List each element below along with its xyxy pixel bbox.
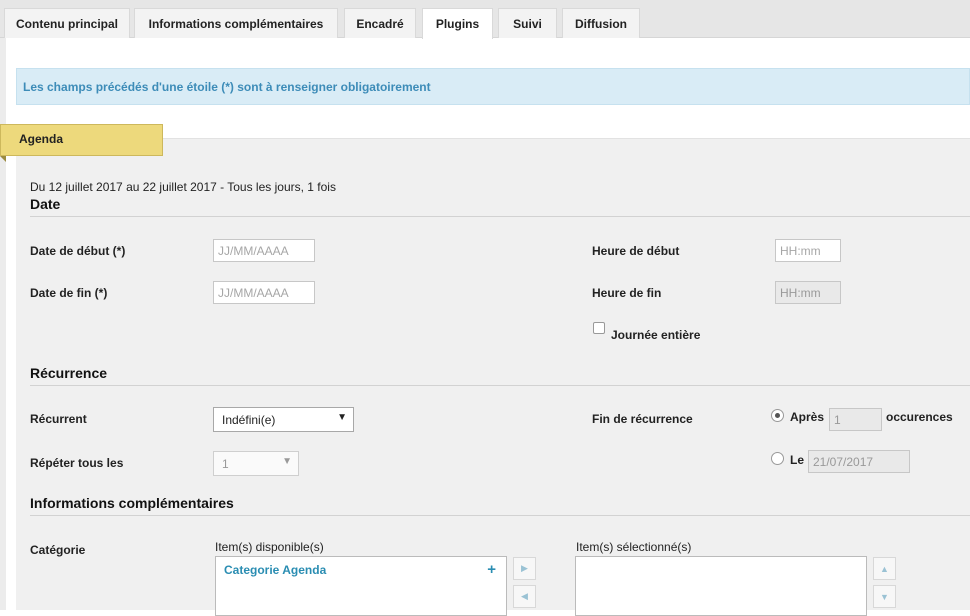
move-down-button[interactable]: ▼ [873, 585, 896, 608]
recurrent-select[interactable]: Indéfini(e) ▼ [213, 407, 354, 432]
start-date-label: Date de début (*) [30, 244, 126, 258]
all-day-checkbox[interactable] [593, 322, 605, 334]
end-date-label: Date de fin (*) [30, 286, 108, 300]
all-day-label: Journée entière [611, 328, 701, 342]
tab-label: Diffusion [575, 16, 627, 31]
section-title-recurrence: Récurrence [30, 365, 108, 381]
available-items-label: Item(s) disponible(s) [215, 540, 324, 554]
start-time-label: Heure de début [592, 244, 680, 258]
tab-label: Suivi [513, 16, 542, 31]
triangle-left-icon: ◀ [521, 591, 528, 601]
event-summary: Du 12 juillet 2017 au 22 juillet 2017 - … [30, 180, 336, 194]
recurrence-end-label: Fin de récurrence [592, 412, 693, 426]
section-title-info: Informations complémentaires [30, 495, 234, 511]
agenda-panel [16, 138, 970, 610]
end-time-label: Heure de fin [592, 286, 662, 300]
end-on-date-radio[interactable] [771, 452, 784, 465]
start-date-input[interactable]: JJ/MM/AAAA [213, 239, 315, 262]
tab-encadre[interactable]: Encadré [344, 8, 416, 38]
end-date-input[interactable]: JJ/MM/AAAA [213, 281, 315, 304]
triangle-up-icon: ▲ [880, 563, 889, 574]
ribbon-fold [0, 156, 6, 162]
repeat-every-select[interactable]: 1 ▼ [213, 451, 299, 476]
selected-items-list[interactable] [575, 556, 867, 616]
tab-label: Encadré [356, 16, 404, 31]
tab-suivi[interactable]: Suivi [498, 8, 557, 38]
occurrences-label: occurences [886, 410, 953, 424]
available-items-list[interactable]: Categorie Agenda + [215, 556, 507, 616]
section-divider [30, 216, 970, 217]
selected-items-label: Item(s) sélectionné(s) [576, 540, 692, 554]
section-title-date: Date [30, 196, 61, 212]
end-time-input[interactable]: HH:mm [775, 281, 841, 304]
end-on-date-label: Le [790, 453, 805, 467]
occurrences-input[interactable]: 1 [829, 408, 882, 431]
move-right-button[interactable]: ▶ [513, 557, 536, 580]
tab-diffusion[interactable]: Diffusion [562, 8, 640, 38]
tab-label: Contenu principal [16, 16, 118, 31]
move-up-button[interactable]: ▲ [873, 557, 896, 580]
add-item-icon[interactable]: + [487, 561, 496, 578]
tab-label: Plugins [435, 17, 480, 31]
tab-informations-complementaires[interactable]: Informations complémentaires [134, 8, 338, 38]
end-after-radio[interactable] [771, 409, 784, 422]
category-label: Catégorie [30, 543, 86, 557]
end-after-label: Après [790, 410, 825, 424]
recurrent-label: Récurrent [30, 412, 87, 426]
tab-label: Informations complémentaires [148, 16, 324, 31]
list-item[interactable]: Categorie Agenda [224, 563, 326, 577]
dropdown-arrow-icon: ▼ [337, 412, 347, 423]
repeat-every-label: Répéter tous les [30, 456, 124, 470]
section-ribbon-agenda: Agenda [0, 124, 163, 156]
required-fields-notice: Les champs précédés d'une étoile (*) son… [16, 68, 970, 105]
section-divider [30, 515, 970, 516]
recurrent-value: Indéfini(e) [222, 413, 276, 427]
tab-bar: Contenu principal Informations complémen… [0, 0, 970, 39]
repeat-every-value: 1 [222, 457, 229, 471]
start-time-input[interactable]: HH:mm [775, 239, 841, 262]
triangle-right-icon: ▶ [521, 563, 528, 573]
dropdown-arrow-icon: ▼ [282, 456, 292, 467]
move-left-button[interactable]: ◀ [513, 585, 536, 608]
tab-plugins[interactable]: Plugins [422, 8, 493, 39]
tab-contenu-principal[interactable]: Contenu principal [4, 8, 130, 38]
triangle-down-icon: ▼ [880, 591, 889, 602]
section-divider [30, 385, 970, 386]
end-date-recurrence-input[interactable]: 21/07/2017 [808, 450, 910, 473]
